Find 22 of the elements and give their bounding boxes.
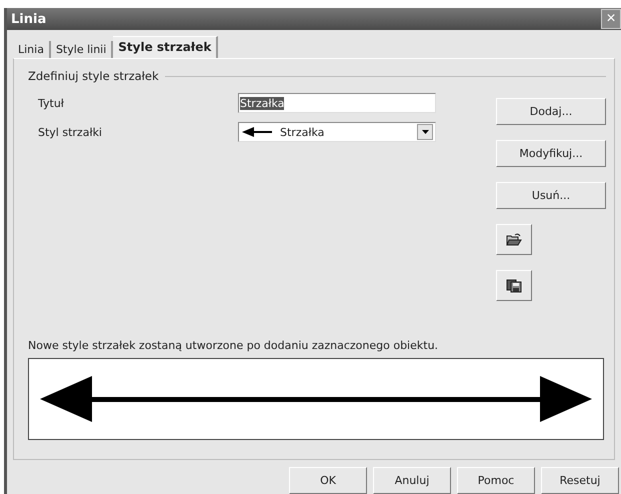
info-text: Nowe style strzałek zostaną utworzone po dodaniu zaznaczonego obiektu. (28, 339, 440, 352)
caret-icon (422, 130, 428, 134)
action-button[interactable]: Usuń... (496, 182, 606, 209)
floppy-disk-icon (506, 278, 522, 292)
action-button[interactable]: Dodaj... (496, 98, 606, 125)
arrow-style-dropdown[interactable]: Strzałka (238, 122, 436, 142)
window-title: Linia (11, 12, 46, 26)
arrow-icon (242, 127, 272, 137)
dialog-button[interactable]: Pomoc (457, 467, 535, 494)
tab[interactable]: Style strzałek (113, 36, 218, 58)
field-label: Tytuł (38, 96, 65, 112)
dialog-button[interactable]: OK (289, 467, 367, 494)
action-button[interactable]: Modyfikuj... (496, 140, 606, 167)
group-title: Zdefiniuj style strzałek (28, 69, 159, 83)
close-button[interactable]: × (601, 9, 621, 29)
title-input-field[interactable]: Strzałka (238, 93, 436, 113)
open-button[interactable] (496, 224, 532, 255)
folder-icon (506, 232, 522, 246)
save-button[interactable] (496, 270, 532, 301)
dialog-button[interactable]: Resetuj (541, 467, 619, 494)
field-label: Styl strzałki (38, 124, 103, 140)
dialog-button[interactable]: Anuluj (373, 467, 451, 494)
